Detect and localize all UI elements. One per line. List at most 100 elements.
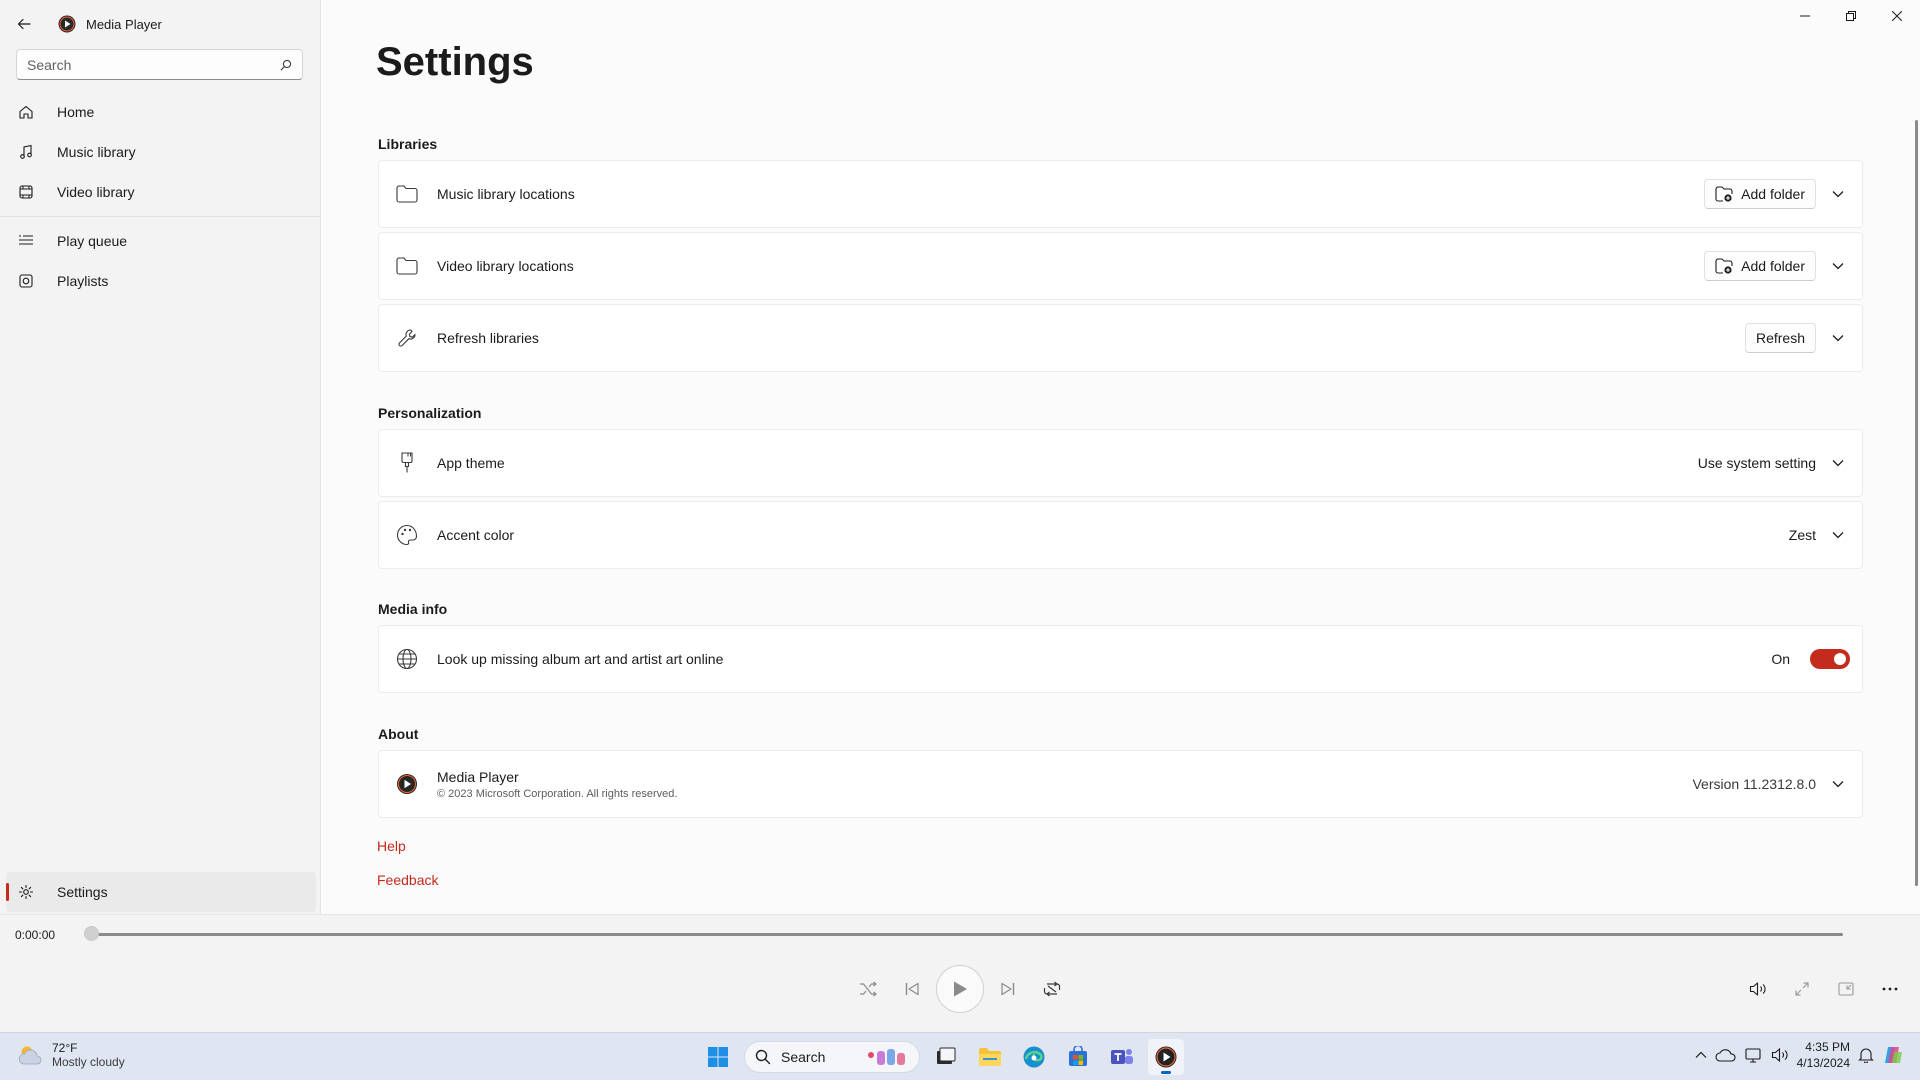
media-player-taskbar-button[interactable] bbox=[1148, 1039, 1184, 1075]
shuffle-icon bbox=[860, 981, 877, 997]
chevron-down-icon[interactable] bbox=[1826, 254, 1850, 278]
seek-track[interactable] bbox=[85, 933, 1843, 936]
title-bar: Media Player bbox=[0, 0, 321, 48]
player-bar: 0:00:00 bbox=[0, 914, 1920, 1032]
sidebar: Media Player Home Music library Video li… bbox=[0, 0, 322, 914]
app-theme-card[interactable]: App theme Use system setting bbox=[378, 429, 1863, 497]
sidebar-search-input[interactable] bbox=[27, 56, 280, 73]
media-player-window: Media Player Home Music library Video li… bbox=[0, 0, 1920, 1032]
personalization-section-title: Personalization bbox=[378, 405, 482, 421]
microsoft-store-button[interactable] bbox=[1060, 1039, 1096, 1075]
shuffle-button[interactable] bbox=[846, 967, 890, 1011]
restore-icon bbox=[1846, 11, 1856, 21]
close-button[interactable] bbox=[1874, 0, 1920, 32]
volume-button[interactable] bbox=[1740, 973, 1776, 1005]
refresh-libraries-card[interactable]: Refresh libraries Refresh bbox=[378, 304, 1863, 372]
chevron-up-icon[interactable] bbox=[1695, 1051, 1707, 1059]
chevron-down-icon[interactable] bbox=[1826, 326, 1850, 350]
play-icon bbox=[954, 981, 967, 997]
folder-icon bbox=[395, 257, 419, 275]
music-library-locations-label: Music library locations bbox=[437, 186, 575, 202]
help-link[interactable]: Help bbox=[377, 838, 406, 854]
sidebar-footer-nav: Settings bbox=[6, 872, 316, 912]
add-music-folder-button[interactable]: Add folder bbox=[1704, 179, 1816, 209]
notification-bell-icon[interactable] bbox=[1858, 1047, 1874, 1063]
volume-icon bbox=[1749, 982, 1766, 996]
chevron-down-icon[interactable] bbox=[1826, 451, 1850, 475]
add-folder-icon bbox=[1715, 258, 1733, 274]
nav-divider bbox=[0, 216, 322, 217]
network-icon[interactable] bbox=[1745, 1047, 1763, 1063]
onedrive-cloud-icon[interactable] bbox=[1715, 1047, 1737, 1063]
home-icon bbox=[16, 102, 36, 122]
sidebar-item-home[interactable]: Home bbox=[6, 92, 316, 132]
start-button[interactable] bbox=[700, 1039, 736, 1075]
about-copyright: © 2023 Microsoft Corporation. All rights… bbox=[437, 787, 678, 800]
music-library-locations-card[interactable]: Music library locations Add folder bbox=[378, 160, 1863, 228]
about-text: Media Player © 2023 Microsoft Corporatio… bbox=[437, 769, 677, 800]
wrench-icon bbox=[395, 328, 419, 348]
close-icon bbox=[1892, 11, 1902, 21]
taskbar: 72°F Mostly cloudy Search 4:35 PM 4/13/2… bbox=[0, 1032, 1920, 1080]
back-button[interactable] bbox=[0, 0, 48, 48]
file-explorer-button[interactable] bbox=[972, 1039, 1008, 1075]
media-info-section-title: Media info bbox=[378, 601, 448, 617]
taskbar-search[interactable]: Search bbox=[744, 1041, 920, 1073]
seek-bar[interactable] bbox=[84, 926, 1843, 941]
weather-widget[interactable]: 72°F Mostly cloudy bbox=[16, 1041, 125, 1069]
taskbar-time: 4:35 PM bbox=[1805, 1040, 1850, 1054]
repeat-button[interactable] bbox=[1030, 967, 1074, 1011]
weather-description: Mostly cloudy bbox=[52, 1055, 125, 1069]
fullscreen-button[interactable] bbox=[1784, 973, 1820, 1005]
gear-icon bbox=[16, 882, 36, 902]
add-folder-icon bbox=[1715, 186, 1733, 202]
lookup-album-art-toggle[interactable] bbox=[1810, 649, 1850, 669]
sidebar-search-box[interactable] bbox=[16, 49, 303, 80]
sidebar-item-settings[interactable]: Settings bbox=[6, 872, 316, 912]
about-section-title: About bbox=[378, 726, 419, 742]
sidebar-item-play-queue[interactable]: Play queue bbox=[6, 221, 316, 261]
chevron-down-icon[interactable] bbox=[1826, 523, 1850, 547]
feedback-link[interactable]: Feedback bbox=[377, 872, 438, 888]
taskbar-clock[interactable]: 4:35 PM 4/13/2024 bbox=[1797, 1039, 1850, 1071]
elapsed-time: 0:00:00 bbox=[15, 928, 56, 942]
volume-icon[interactable] bbox=[1771, 1047, 1789, 1063]
edge-browser-button[interactable] bbox=[1016, 1039, 1052, 1075]
folder-icon bbox=[979, 1048, 1001, 1066]
taskbar-date: 4/13/2024 bbox=[1796, 1056, 1850, 1070]
refresh-button[interactable]: Refresh bbox=[1744, 323, 1816, 353]
next-icon bbox=[1001, 982, 1015, 996]
sidebar-item-playlists[interactable]: Playlists bbox=[6, 261, 316, 301]
video-library-locations-card[interactable]: Video library locations Add folder bbox=[378, 232, 1863, 300]
search-highlight-icon bbox=[868, 1049, 905, 1065]
next-button[interactable] bbox=[986, 967, 1030, 1011]
chevron-down-icon[interactable] bbox=[1826, 772, 1850, 796]
vertical-scrollbar[interactable] bbox=[1915, 120, 1918, 886]
restore-button[interactable] bbox=[1828, 0, 1874, 32]
about-card[interactable]: Media Player © 2023 Microsoft Corporatio… bbox=[378, 750, 1863, 818]
app-title: Media Player bbox=[86, 16, 162, 32]
more-options-button[interactable] bbox=[1872, 973, 1908, 1005]
refresh-libraries-label: Refresh libraries bbox=[437, 330, 539, 346]
search-icon[interactable] bbox=[280, 59, 292, 71]
mini-player-button[interactable] bbox=[1828, 973, 1864, 1005]
teams-button[interactable] bbox=[1104, 1039, 1140, 1075]
previous-button[interactable] bbox=[890, 967, 934, 1011]
accent-color-card[interactable]: Accent color Zest bbox=[378, 501, 1863, 569]
chevron-down-icon[interactable] bbox=[1826, 182, 1850, 206]
minimize-button[interactable] bbox=[1782, 0, 1828, 32]
add-video-folder-button[interactable]: Add folder bbox=[1704, 251, 1816, 281]
seek-thumb[interactable] bbox=[84, 926, 99, 941]
play-button[interactable] bbox=[936, 965, 984, 1013]
more-dots-icon bbox=[1882, 987, 1898, 991]
video-icon bbox=[16, 182, 36, 202]
app-theme-value[interactable]: Use system setting bbox=[1698, 455, 1816, 471]
task-view-button[interactable] bbox=[928, 1039, 964, 1075]
globe-icon bbox=[395, 648, 419, 670]
sidebar-item-music-library[interactable]: Music library bbox=[6, 132, 316, 172]
lookup-album-art-label: Look up missing album art and artist art… bbox=[437, 651, 724, 667]
accent-color-value[interactable]: Zest bbox=[1789, 527, 1816, 543]
queue-icon bbox=[16, 231, 36, 251]
copilot-icon[interactable] bbox=[1882, 1044, 1904, 1066]
sidebar-item-video-library[interactable]: Video library bbox=[6, 172, 316, 212]
